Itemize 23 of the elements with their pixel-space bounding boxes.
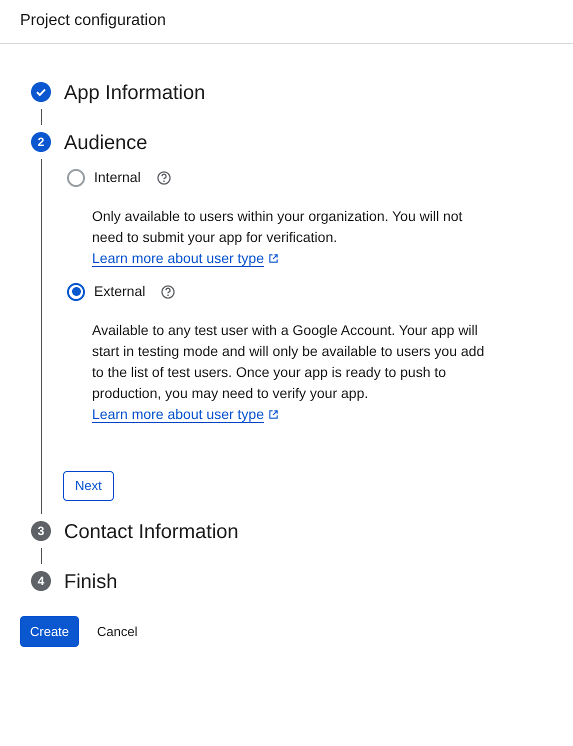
option-description: Available to any test user with a Google Account. Your app will start in testing mode and will only be available to users you add to the list of test users. Once your app is ready to push to production, you may need to verify your app. Learn more about user type: [92, 321, 486, 425]
step-title: App Information: [64, 82, 206, 104]
create-button[interactable]: Create: [20, 616, 80, 647]
step-title: Finish: [64, 570, 118, 592]
external-link-icon: [268, 409, 279, 420]
help-icon[interactable]: [156, 170, 171, 184]
option-label: External: [94, 282, 146, 301]
learn-more-link[interactable]: Learn more about user type: [92, 406, 264, 423]
help-icon[interactable]: [161, 284, 176, 298]
option-label: Internal: [94, 168, 141, 187]
step-number: 2: [31, 132, 51, 152]
step-number: 3: [31, 520, 51, 540]
cancel-button[interactable]: Cancel: [85, 616, 150, 647]
step-title: Audience: [64, 132, 148, 154]
page-title: Project configuration: [0, 0, 573, 44]
learn-more-link[interactable]: Learn more about user type: [92, 250, 264, 267]
option-description: Only available to users within your organization. You will not need to submit your app for verification. Learn more about user type: [92, 207, 464, 269]
radio-button[interactable]: [67, 282, 85, 300]
step-number: 4: [31, 570, 51, 590]
next-button[interactable]: Next: [63, 471, 114, 500]
external-link-icon: [268, 253, 279, 264]
step-title: Contact Information: [64, 520, 239, 542]
radio-button[interactable]: [67, 168, 85, 186]
